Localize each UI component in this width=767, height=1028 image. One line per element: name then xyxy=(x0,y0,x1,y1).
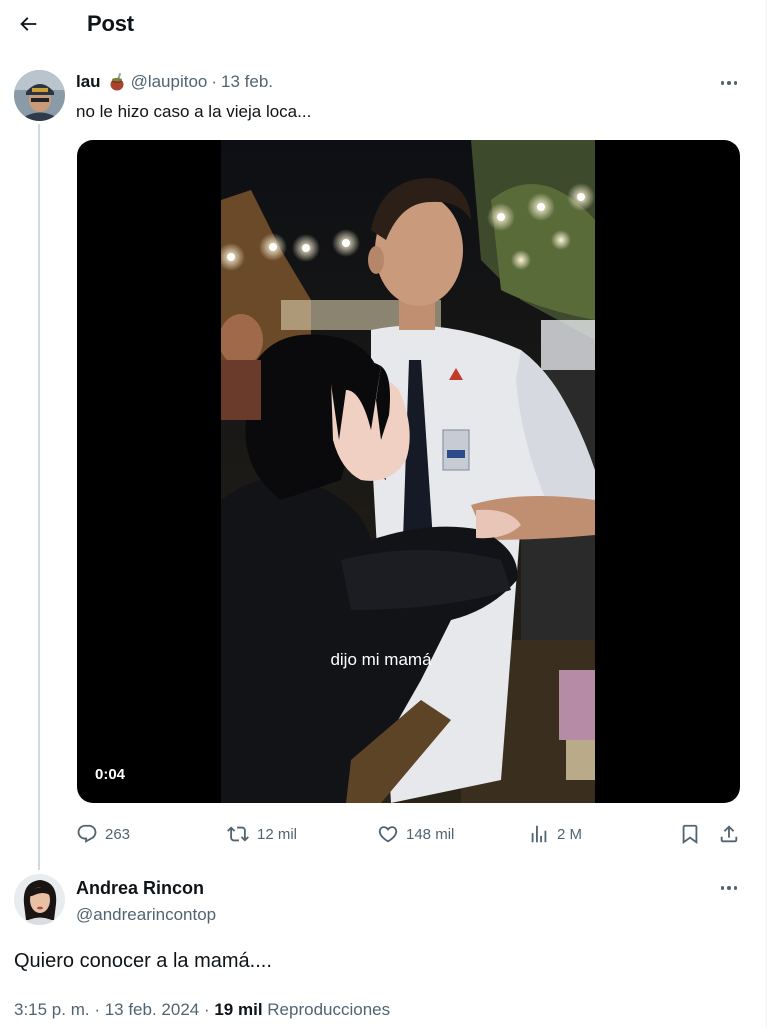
video-frame: dijo mi mamá xyxy=(221,140,595,803)
reply-text: Quiero conocer a la mamá.... xyxy=(14,950,272,972)
more-options-button[interactable] xyxy=(715,73,743,93)
author-name[interactable]: lau xyxy=(76,72,101,92)
top-bar: Post xyxy=(0,0,766,50)
arrow-left-icon xyxy=(20,17,37,31)
reply-more-options-button[interactable] xyxy=(715,878,743,898)
reply-count: 263 xyxy=(105,825,131,843)
reply-icon xyxy=(77,824,97,843)
views-label: Reproducciones xyxy=(262,1000,391,1019)
more-dots-icon xyxy=(720,81,725,85)
post-actions-bar: 263 12 mil 148 mil 2 M xyxy=(76,820,746,848)
reply-author-name[interactable]: Andrea Rincon xyxy=(76,878,204,899)
views-count-bold: 19 mil xyxy=(214,1000,263,1019)
post-text: no le hizo caso a la vieja loca... xyxy=(76,102,312,121)
share-icon xyxy=(720,825,738,843)
post-date[interactable]: 13 feb. xyxy=(221,72,273,92)
reply-button[interactable]: 263 xyxy=(76,820,130,848)
video-caption: dijo mi mamá xyxy=(330,650,432,669)
avatar[interactable] xyxy=(14,70,65,121)
page-title: Post xyxy=(87,11,134,36)
repost-button[interactable]: 12 mil xyxy=(226,820,297,848)
reply-avatar-image xyxy=(14,874,65,925)
video-still-image xyxy=(221,140,595,803)
bookmark-button[interactable] xyxy=(679,820,701,848)
thread-connector-line xyxy=(38,124,40,870)
avatar-image xyxy=(14,70,65,121)
mate-cup-icon xyxy=(109,72,125,91)
more-dots-icon xyxy=(720,886,725,890)
repost-count: 12 mil xyxy=(257,825,298,843)
separator-dot: · xyxy=(211,72,218,91)
share-button[interactable] xyxy=(718,820,740,848)
repost-icon xyxy=(227,826,249,842)
video-timestamp: 0:04 xyxy=(95,766,126,783)
views-button[interactable]: 2 M xyxy=(528,820,582,848)
bookmark-icon xyxy=(682,824,698,845)
views-chart-icon xyxy=(531,825,547,843)
reply-avatar[interactable] xyxy=(14,874,65,925)
video-player[interactable]: dijo mi mamá 0:04 xyxy=(77,140,740,803)
heart-icon xyxy=(378,826,398,843)
back-button[interactable] xyxy=(14,10,42,38)
author-handle[interactable]: @laupitoo xyxy=(131,72,208,92)
like-button[interactable]: 148 mil xyxy=(377,820,454,848)
like-count: 148 mil xyxy=(406,825,455,843)
post-meta: 3:15 p. m. · 13 feb. 2024 · 19 mil Repro… xyxy=(14,1000,390,1020)
views-count: 2 M xyxy=(557,825,583,843)
post-time-date[interactable]: 3:15 p. m. · 13 feb. 2024 · xyxy=(14,1000,214,1019)
post-header: lau @laupitoo · 13 feb. xyxy=(76,72,273,92)
reply-author-handle[interactable]: @andrearincontop xyxy=(76,905,216,925)
